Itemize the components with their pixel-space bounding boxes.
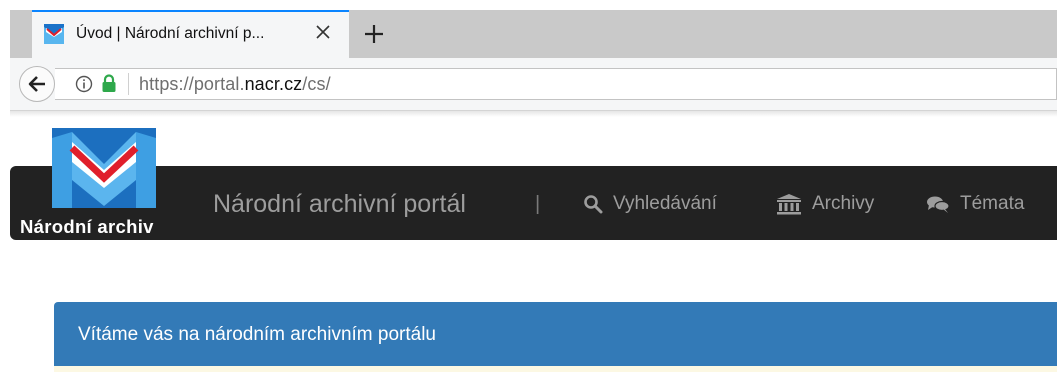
browser-tab-bar: Úvod | Národní archivní p...	[0, 0, 1057, 58]
url-domain: nacr.cz	[244, 74, 303, 94]
new-tab-plus-icon[interactable]	[360, 20, 388, 48]
search-icon	[584, 195, 603, 214]
welcome-panel-heading: Vítáme vás na národním archivním portálu	[54, 302, 1057, 366]
info-icon[interactable]	[75, 75, 93, 93]
logo-text: Národní archiv	[20, 216, 154, 237]
nav-item-topics[interactable]: Témata	[926, 190, 1024, 218]
site-brand-title[interactable]: Národní archivní portál	[213, 190, 466, 219]
welcome-panel-body	[54, 366, 1057, 372]
nav-item-label: Vyhledávání	[613, 193, 717, 214]
nav-item-label: Archivy	[812, 193, 875, 214]
browser-tab-active[interactable]: Úvod | Národní archivní p...	[32, 10, 349, 58]
nav-item-label: Témata	[960, 193, 1025, 214]
welcome-title: Vítáme vás na národním archivním portálu	[78, 324, 437, 345]
nav-item-archives[interactable]: Archivy	[776, 190, 874, 218]
narodni-archiv-logo-icon	[52, 128, 156, 208]
comments-icon	[927, 196, 950, 213]
browser-navigation-bar: https://portal.nacr.cz/cs/	[10, 58, 1057, 111]
lock-icon[interactable]	[101, 74, 117, 93]
url-text[interactable]: https://portal.nacr.cz/cs/	[139, 74, 331, 95]
institution-icon	[777, 194, 801, 215]
nav-item-search[interactable]: Vyhledávání	[583, 190, 717, 218]
address-bar[interactable]: https://portal.nacr.cz/cs/	[55, 68, 1057, 100]
site-logo[interactable]: Národní archiv	[10, 128, 190, 240]
site-favicon-icon	[44, 24, 64, 44]
chrome-shadow	[10, 111, 1057, 117]
tab-close-icon[interactable]	[312, 21, 334, 43]
back-arrow-icon	[28, 76, 45, 92]
tab-title: Úvod | Národní archivní p...	[76, 25, 265, 42]
back-button[interactable]	[19, 66, 55, 102]
nav-divider: |	[535, 193, 541, 215]
address-bar-separator	[128, 73, 129, 95]
